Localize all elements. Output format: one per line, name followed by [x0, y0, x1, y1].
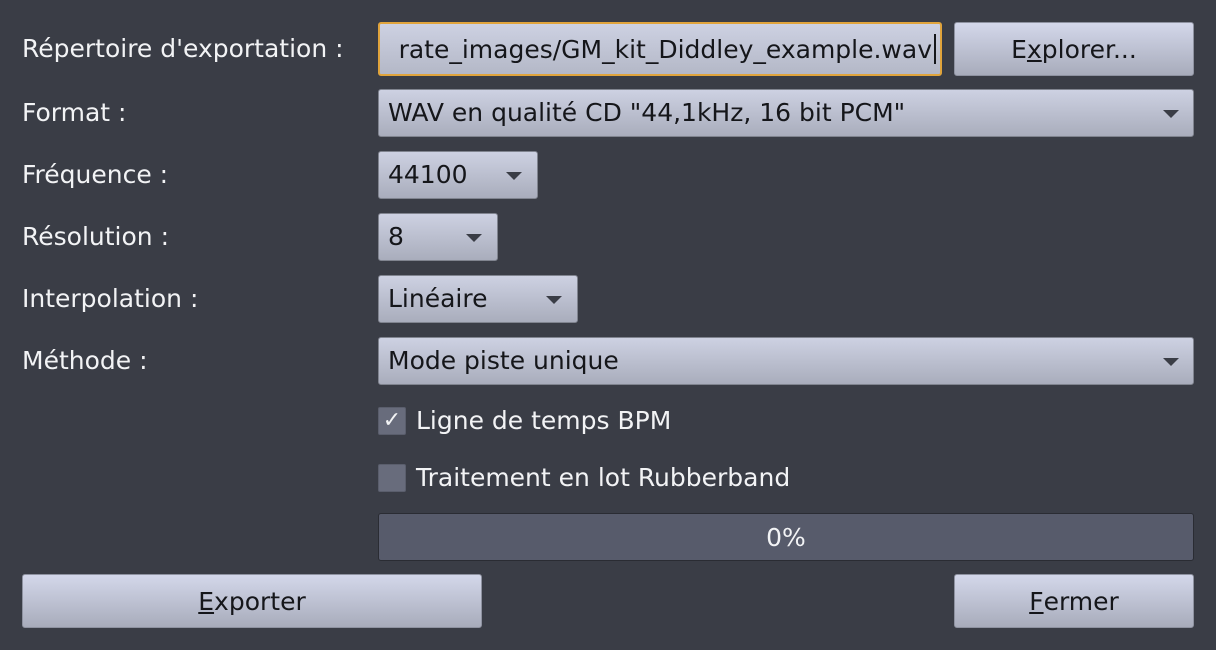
rubberband-label: Traitement en lot Rubberband	[416, 463, 791, 492]
browse-label-post: plorer...	[1041, 34, 1137, 64]
frequency-label: Fréquence :	[22, 160, 169, 189]
resolution-label: Résolution :	[22, 222, 169, 251]
browse-button[interactable]: Ex plorer...	[954, 22, 1194, 76]
method-label: Méthode :	[22, 346, 148, 375]
close-label-mnemonic: F	[1029, 586, 1044, 616]
export-progress-bar: 0%	[378, 513, 1194, 561]
interpolation-dropdown[interactable]: Linéaire	[378, 275, 578, 323]
chevron-down-icon	[546, 296, 562, 304]
frequency-dropdown[interactable]: 44100	[378, 151, 538, 199]
interpolation-label: Interpolation :	[22, 284, 199, 313]
method-dropdown[interactable]: Mode piste unique	[378, 337, 1194, 385]
export-directory-label: Répertoire d'exportation :	[22, 34, 344, 63]
chevron-down-icon	[1163, 358, 1179, 366]
text-caret	[934, 34, 936, 64]
method-value: Mode piste unique	[388, 346, 619, 375]
bpm-timeline-checkbox[interactable]: ✓	[378, 407, 406, 435]
format-label: Format :	[22, 98, 127, 127]
resolution-value: 8	[388, 222, 404, 251]
chevron-down-icon	[1163, 110, 1179, 118]
progress-text: 0%	[766, 522, 806, 552]
export-button[interactable]: Exporter	[22, 574, 482, 628]
export-label-rest: xporter	[214, 586, 306, 616]
format-value: WAV en qualité CD "44,1kHz, 16 bit PCM"	[388, 98, 906, 127]
chevron-down-icon	[506, 172, 522, 180]
close-button[interactable]: Fermer	[954, 574, 1194, 628]
browse-label-mnemonic: x	[1026, 34, 1042, 64]
frequency-value: 44100	[388, 160, 468, 189]
export-path-text: rate_images/GM_kit_Diddley_example.wav	[398, 34, 932, 64]
chevron-down-icon	[466, 234, 482, 242]
interpolation-value: Linéaire	[388, 284, 488, 313]
close-label-rest: ermer	[1043, 586, 1119, 616]
rubberband-checkbox[interactable]	[378, 464, 406, 492]
format-dropdown[interactable]: WAV en qualité CD "44,1kHz, 16 bit PCM"	[378, 89, 1194, 137]
bpm-timeline-label: Ligne de temps BPM	[416, 406, 672, 435]
resolution-dropdown[interactable]: 8	[378, 213, 498, 261]
browse-label-pre: E	[1011, 34, 1027, 64]
export-label-mnemonic: E	[198, 586, 215, 616]
export-path-input[interactable]: rate_images/GM_kit_Diddley_example.wav	[378, 22, 942, 76]
